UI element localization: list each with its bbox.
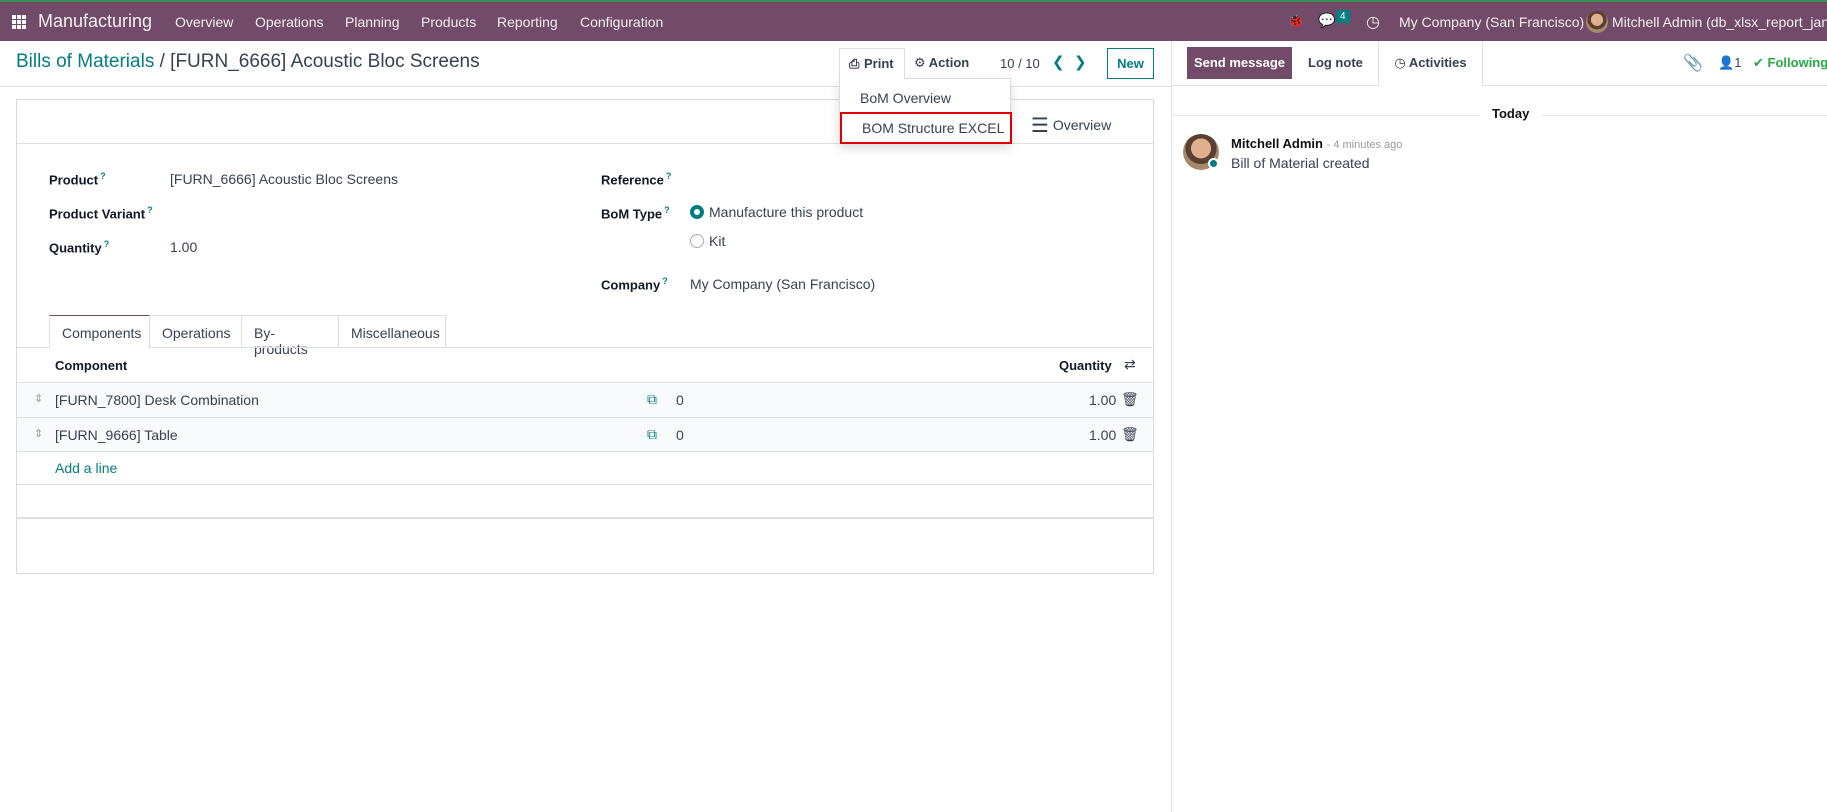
radio-kit[interactable] [690,234,704,248]
tab-by-products[interactable]: By-products [241,315,339,357]
gear-icon: ⚙ [914,55,926,70]
add-line-row: Add a line [17,451,1153,484]
table-row[interactable]: ⇕ [FURN_7800] Desk Combination ⧉ 0 1.00 … [17,382,1153,417]
debug-bug-icon[interactable]: 🐞 [1287,12,1304,29]
breadcrumb-current: [FURN_6666] Acoustic Bloc Screens [170,51,480,72]
print-dropdown-menu: BoM Overview BOM Structure EXCEL [839,78,1012,144]
component-cell[interactable]: [FURN_7800] Desk Combination [55,392,259,408]
top-navbar: Manufacturing Overview Operations Planni… [0,0,1827,41]
table-header: Component Quantity ⇄ [17,347,1153,382]
check-icon: ✔ [1753,55,1764,70]
menu-item-bom-overview[interactable]: BoM Overview [860,90,951,106]
reference-field[interactable] [690,166,1090,188]
hamburger-icon: ☰ [1031,115,1049,137]
column-quantity[interactable]: Quantity [1059,358,1112,373]
following-button[interactable]: ✔ Following [1753,55,1827,71]
table-footer [17,517,1153,519]
radio-manufacture[interactable] [690,205,704,219]
trash-icon[interactable]: 🗑 [1121,391,1139,408]
bom-type-label: BoM Type? [601,205,670,222]
quantity-cell[interactable]: 1.00 [1089,392,1116,408]
company-label: Company? [601,276,668,293]
radio-manufacture-label[interactable]: Manufacture this product [709,204,863,220]
print-button[interactable]: ⎙ Print [839,48,905,79]
menu-item-bom-structure-excel[interactable]: BOM Structure EXCEL [840,112,1012,144]
pager-prev-icon[interactable]: ❮ [1052,53,1065,71]
table-empty-row [17,484,1153,517]
send-message-button[interactable]: Send message [1187,47,1292,79]
extra-cell: 0 [676,392,684,408]
print-icon: ⎙ [849,56,860,71]
chatter-divider [1171,41,1172,812]
company-field[interactable]: My Company (San Francisco) [690,276,875,292]
drag-handle-icon[interactable]: ⇕ [34,392,43,405]
message-header: Mitchell Admin - 4 minutes ago [1231,136,1402,151]
apps-menu-icon[interactable] [12,15,26,29]
component-cell[interactable]: [FURN_9666] Table [55,427,178,443]
new-button[interactable]: New [1107,48,1154,79]
menu-operations[interactable]: Operations [255,14,323,30]
action-button[interactable]: ⚙ Action [914,55,969,71]
message-author[interactable]: Mitchell Admin [1231,136,1323,151]
breadcrumb-separator: / [159,51,165,72]
breadcrumb-parent[interactable]: Bills of Materials [16,51,154,72]
extra-cell: 0 [676,427,684,443]
person-icon: 👤 [1718,55,1735,70]
radio-kit-label[interactable]: Kit [709,233,725,249]
company-switcher[interactable]: My Company (San Francisco) [1399,14,1584,30]
overview-label: Overview [1052,117,1112,133]
followers-button[interactable]: 👤1 [1718,55,1741,71]
tab-miscellaneous[interactable]: Miscellaneous [338,315,446,348]
menu-products[interactable]: Products [421,14,476,30]
menu-configuration[interactable]: Configuration [580,14,663,30]
product-label: Product? [49,171,106,188]
menu-reporting[interactable]: Reporting [497,14,558,30]
quantity-label: Quantity? [49,239,110,256]
app-name[interactable]: Manufacturing [38,11,152,32]
copy-icon[interactable]: ⧉ [647,426,657,443]
activities-label: Activities [1408,55,1467,70]
trash-icon[interactable]: 🗑 [1121,426,1139,443]
drag-handle-icon[interactable]: ⇕ [34,427,43,440]
activity-clock-icon[interactable]: ◷ [1366,12,1380,32]
user-menu[interactable]: Mitchell Admin (db_xlsx_report_jan1 [1612,14,1827,30]
log-note-button[interactable]: Log note [1308,55,1363,70]
overview-button[interactable]: ☰ Overview [1031,113,1111,138]
message-body: Bill of Material created [1231,155,1370,171]
message-time: - 4 minutes ago [1326,139,1403,151]
table-row[interactable]: ⇕ [FURN_9666] Table ⧉ 0 1.00 🗑 [17,417,1153,451]
print-label: Print [864,56,894,71]
reference-label: Reference? [601,171,672,188]
product-field[interactable]: [FURN_6666] Acoustic Bloc Screens [170,171,398,187]
attachment-paperclip-icon[interactable]: 📎 [1683,53,1703,73]
quantity-cell[interactable]: 1.00 [1089,427,1116,443]
copy-icon[interactable]: ⧉ [647,391,657,408]
activities-button[interactable]: ◷ Activities [1378,41,1483,86]
product-variant-label: Product Variant? [49,205,153,222]
add-line-link[interactable]: Add a line [55,460,117,476]
column-component[interactable]: Component [55,358,127,373]
clock-icon: ◷ [1394,55,1406,70]
chat-count-badge: 4 [1336,10,1350,23]
chat-icon[interactable]: 💬 [1318,12,1335,29]
quantity-field[interactable]: 1.00 [170,239,197,255]
pager: 10 / 10 [1000,56,1040,71]
product-variant-field[interactable] [170,200,570,222]
column-settings-icon[interactable]: ⇄ [1124,356,1136,373]
tab-operations[interactable]: Operations [149,315,242,348]
breadcrumb: Bills of Materials / [FURN_6666] Acousti… [16,51,480,73]
online-status-icon [1208,158,1219,169]
menu-overview[interactable]: Overview [175,14,233,30]
tab-components[interactable]: Components [49,315,150,349]
action-label: Action [928,55,970,70]
pager-next-icon[interactable]: ❯ [1074,53,1087,71]
menu-planning[interactable]: Planning [345,14,400,30]
date-separator: Today [1480,106,1542,121]
user-avatar[interactable] [1586,11,1608,33]
